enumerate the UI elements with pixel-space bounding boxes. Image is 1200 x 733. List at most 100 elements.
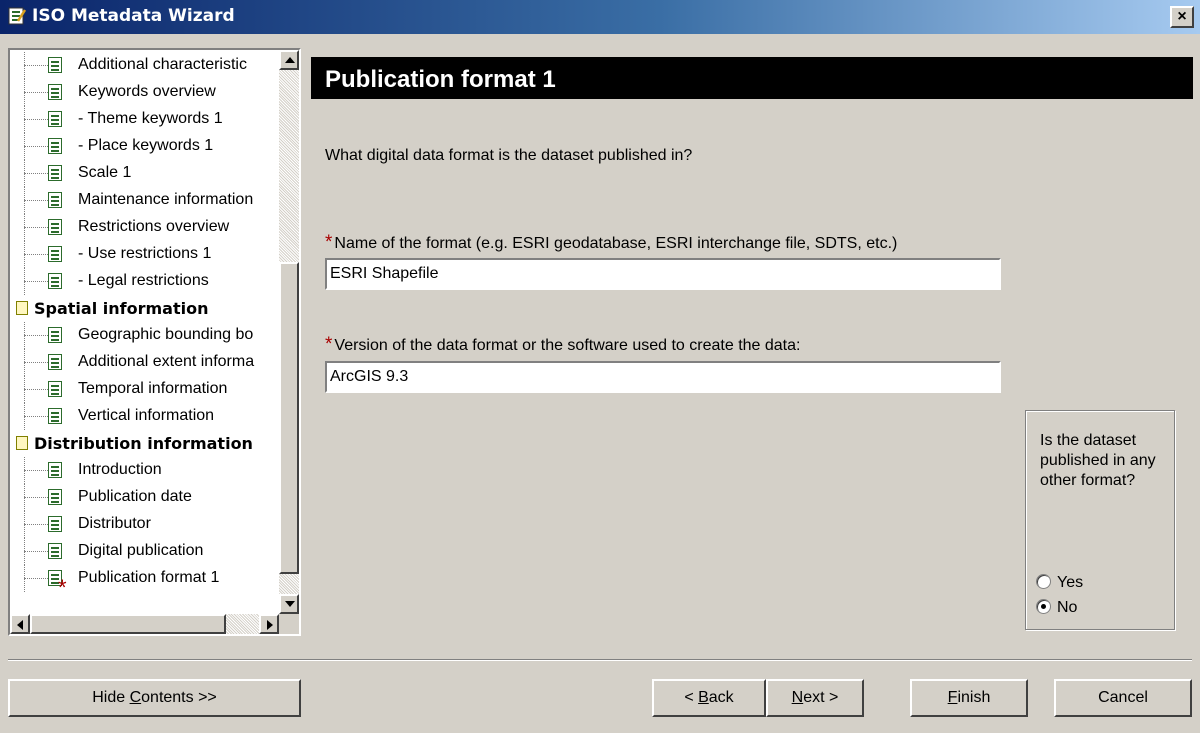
tree-item-label: Geographic bounding bo <box>78 326 254 343</box>
format-question: What digital data format is the dataset … <box>325 147 693 164</box>
hide-contents-button[interactable]: Hide Contents >> <box>8 679 301 717</box>
scroll-down-button[interactable] <box>279 594 299 614</box>
tree-item[interactable]: Vertical information <box>10 403 279 430</box>
document-icon <box>48 381 62 397</box>
back-post: ack <box>708 689 734 706</box>
tree-item[interactable]: - Place keywords 1 <box>10 133 279 160</box>
tree-item[interactable]: Additional characteristic <box>10 52 279 79</box>
page-title: Publication format 1 <box>311 57 1193 99</box>
format-name-input[interactable] <box>325 258 1001 290</box>
tree-item-label: Additional characteristic <box>78 56 247 73</box>
tree-item[interactable]: Publication format 1 * <box>10 565 279 599</box>
tree-connector <box>24 65 48 66</box>
tree-item-label: - Legal restrictions <box>78 272 209 289</box>
other-format-question: Is the dataset published in any other fo… <box>1040 432 1156 489</box>
radio-yes-label: Yes <box>1057 574 1084 591</box>
document-icon <box>48 219 62 235</box>
arrow-up-icon <box>285 57 295 63</box>
finish-post: inish <box>957 689 991 706</box>
format-name-label: * Name of the format (e.g. ESRI geodataba… <box>325 232 897 254</box>
tree-connector <box>24 524 48 525</box>
wizard-window: ISO Metadata Wizard × Additional charact… <box>0 0 1200 733</box>
back-button[interactable]: < Back <box>652 679 766 717</box>
tree-item[interactable]: Restrictions overview <box>10 214 279 241</box>
radio-no[interactable]: No <box>1036 599 1077 617</box>
tree-item[interactable]: Additional extent informa <box>10 349 279 376</box>
tree-item[interactable]: Publication date <box>10 484 279 511</box>
tree-connector <box>24 254 48 255</box>
tree-item[interactable]: Digital publication <box>10 538 279 565</box>
document-icon <box>48 165 62 181</box>
format-version-label: * Version of the data format or the softw… <box>325 334 800 356</box>
tree-item[interactable]: - Legal restrictions <box>10 268 279 295</box>
document-icon <box>48 408 62 424</box>
tree-connector <box>24 389 48 390</box>
tree-connector <box>24 119 48 120</box>
scrollbar-corner <box>279 614 299 634</box>
folder-icon <box>16 301 28 315</box>
tree-item[interactable]: Distributor <box>10 511 279 538</box>
arrow-down-icon <box>285 601 295 607</box>
format-version-input[interactable] <box>325 361 1001 393</box>
tree-item[interactable]: Maintenance information <box>10 187 279 214</box>
radio-yes-control[interactable] <box>1036 574 1051 589</box>
required-star-icon: * <box>325 232 333 253</box>
hide-contents-key: C <box>129 689 142 706</box>
title-bar: ISO Metadata Wizard × <box>0 0 1200 34</box>
document-icon <box>48 111 62 127</box>
tree-item[interactable]: Scale 1 <box>10 160 279 187</box>
tree-section[interactable]: Spatial information <box>10 295 279 322</box>
document-icon <box>48 192 62 208</box>
window-title: ISO Metadata Wizard <box>32 6 235 26</box>
close-button[interactable]: × <box>1170 6 1194 28</box>
folder-icon <box>16 436 28 450</box>
arrow-right-icon <box>267 620 273 630</box>
tree-connector <box>24 578 48 579</box>
scroll-right-button[interactable] <box>259 614 279 634</box>
tree-item-label: Additional extent informa <box>78 353 255 370</box>
required-star-icon: * <box>58 575 67 600</box>
contents-tree: Additional characteristic Keywords overvi… <box>8 48 301 636</box>
finish-button[interactable]: Finish <box>910 679 1028 717</box>
tree-item-label: Digital publication <box>78 542 204 559</box>
scroll-left-button[interactable] <box>10 614 30 634</box>
vertical-scroll-thumb[interactable] <box>279 262 299 574</box>
next-button[interactable]: Next > <box>766 679 864 717</box>
tree-item[interactable]: - Theme keywords 1 <box>10 106 279 133</box>
cancel-button[interactable]: Cancel <box>1054 679 1192 717</box>
tree-section[interactable]: Distribution information <box>10 430 279 457</box>
footer-separator <box>8 659 1192 661</box>
hide-contents-pre: Hide <box>92 689 130 706</box>
tree-vertical-scrollbar[interactable] <box>279 50 299 614</box>
tree-horizontal-scrollbar[interactable] <box>10 614 279 634</box>
radio-no-label: No <box>1057 599 1078 616</box>
document-icon <box>48 273 62 289</box>
tree-item[interactable]: Geographic bounding bo <box>10 322 279 349</box>
tree-connector <box>24 281 48 282</box>
tree-item-label: Introduction <box>78 461 162 478</box>
tree-connector <box>24 551 48 552</box>
horizontal-scroll-thumb[interactable] <box>30 614 226 634</box>
wizard-app-icon <box>8 7 26 25</box>
tree-item[interactable]: - Use restrictions 1 <box>10 241 279 268</box>
tree-item[interactable]: Keywords overview <box>10 79 279 106</box>
tree-item[interactable]: Temporal information <box>10 376 279 403</box>
tree-item-label: Publication date <box>78 488 192 505</box>
document-icon <box>48 327 62 343</box>
tree-item[interactable]: Introduction <box>10 457 279 484</box>
radio-yes[interactable]: Yes <box>1036 574 1083 592</box>
tree-connector <box>24 173 48 174</box>
format-version-label-text: Version of the data format or the softwa… <box>334 337 801 354</box>
tree-connector <box>24 146 48 147</box>
tree-item-label: - Place keywords 1 <box>78 137 214 154</box>
radio-no-control[interactable] <box>1036 599 1051 614</box>
close-icon: × <box>1177 8 1187 25</box>
scroll-up-button[interactable] <box>279 50 299 70</box>
document-icon <box>48 516 62 532</box>
back-pre: < <box>684 689 699 706</box>
tree-item-label: - Use restrictions 1 <box>78 245 212 262</box>
format-name-label-text: Name of the format (e.g. ESRI geodatabas… <box>334 235 898 252</box>
back-key: B <box>698 689 709 706</box>
tree-item-label: Maintenance information <box>78 191 254 208</box>
document-icon <box>48 462 62 478</box>
